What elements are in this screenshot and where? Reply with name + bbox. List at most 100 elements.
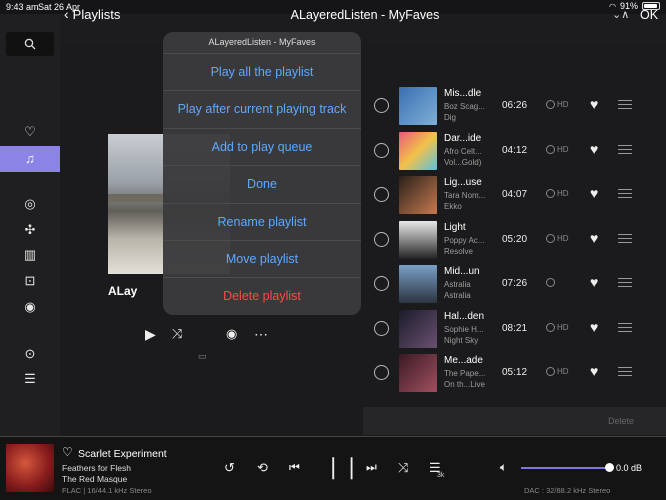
shuffle-icon[interactable]: ⤨: [398, 460, 408, 476]
drag-handle-icon[interactable]: [618, 322, 632, 335]
track-title: Light: [444, 221, 466, 233]
select-radio[interactable]: [374, 142, 389, 158]
back-label: Playlists: [72, 6, 121, 22]
playlist-name: ALay: [108, 284, 138, 298]
track-row[interactable]: Dar...ide Afro Celt... Vol...Gold) 04:12…: [363, 129, 666, 173]
menu-item-delete[interactable]: Delete playlist: [163, 277, 361, 314]
source-icon: [546, 367, 555, 376]
select-radio[interactable]: [374, 320, 389, 336]
track-duration: 04:07: [502, 189, 528, 200]
track-artist: Poppy Ac...: [444, 235, 485, 245]
track-title: Hal...den: [444, 310, 485, 322]
shuffle-icon[interactable]: ⤨: [172, 326, 182, 342]
track-album: On th...Live: [444, 380, 485, 389]
repeat-icon[interactable]: ⟲: [257, 460, 268, 476]
track-artist: Tara Nom...: [444, 191, 486, 200]
heart-icon[interactable]: ♥: [590, 185, 598, 201]
volume-slider-handle[interactable]: [605, 463, 614, 472]
now-playing-art[interactable]: [6, 444, 54, 492]
quality-badge: HD: [546, 367, 569, 376]
track-duration: 06:26: [502, 100, 528, 111]
heart-icon[interactable]: ♥: [590, 274, 598, 290]
drag-handle-icon[interactable]: [618, 144, 632, 157]
track-duration: 05:12: [502, 367, 528, 378]
menu-item-play-all[interactable]: Play all the playlist: [163, 53, 361, 90]
menu-item-rename[interactable]: Rename playlist: [163, 202, 361, 240]
heart-icon[interactable]: ♥: [590, 141, 598, 157]
heart-icon[interactable]: ♥: [590, 319, 598, 335]
track-title: Mid...un: [444, 266, 480, 277]
track-duration: 07:26: [502, 278, 528, 289]
track-art: [399, 176, 437, 214]
track-artist: Afro Celt...: [444, 146, 482, 156]
now-playing-artist: The Red Masque: [62, 474, 128, 484]
track-row[interactable]: Mid...un Astralia Astralia 07:26 ♥: [363, 262, 666, 306]
drag-handle-icon[interactable]: [618, 278, 632, 290]
ok-button[interactable]: OK: [640, 8, 658, 22]
drag-handle-icon[interactable]: [618, 233, 632, 246]
dac-info: DAC : 32/88.2 kHz Stereo: [524, 486, 611, 495]
track-row[interactable]: Me...ade The Pape... On th...Live 05:12 …: [363, 351, 666, 395]
track-title: Mis...dle: [444, 88, 482, 99]
heart-icon[interactable]: ♥: [590, 363, 598, 379]
select-radio[interactable]: [374, 187, 389, 202]
source-icon: [546, 100, 555, 109]
sort-toggle-icon[interactable]: ⌄∧: [612, 8, 629, 21]
track-artist: The Pape...: [444, 369, 486, 378]
library-icon[interactable]: ▥: [10, 244, 50, 266]
menu-item-move[interactable]: Move playlist: [163, 239, 361, 277]
track-art: [399, 354, 437, 392]
previous-icon[interactable]: ⏮: [289, 460, 300, 475]
source-icon: [546, 278, 555, 287]
menu-item-done[interactable]: Done: [163, 165, 361, 202]
heart-icon[interactable]: ♥: [590, 230, 598, 246]
drag-handle-icon[interactable]: [618, 367, 632, 379]
back-button[interactable]: ‹ Playlists: [64, 6, 120, 22]
track-duration: 04:12: [502, 144, 528, 156]
search-button[interactable]: [6, 32, 54, 56]
eye-icon[interactable]: ◉: [226, 326, 237, 342]
more-icon[interactable]: ⋯: [254, 326, 268, 343]
heart-icon[interactable]: ♡: [10, 121, 50, 143]
delete-button[interactable]: Delete: [363, 407, 666, 435]
drag-handle-icon[interactable]: [618, 100, 632, 112]
track-art: [399, 131, 437, 170]
track-title: Dar...ide: [444, 132, 482, 144]
track-row[interactable]: Hal...den Sophie H... Night Sky 08:21 HD…: [363, 307, 666, 351]
source-icon: [546, 144, 555, 154]
podcast-icon[interactable]: ◉: [10, 296, 50, 318]
track-row[interactable]: Lig...use Tara Nom... Ekko 04:07 HD ♥: [363, 173, 666, 217]
track-row[interactable]: Light Poppy Ac... Resolve 05:20 HD ♥: [363, 218, 666, 262]
select-radio[interactable]: [374, 365, 389, 380]
select-radio[interactable]: [374, 231, 389, 247]
pause-icon[interactable]: ❘❘: [324, 454, 361, 480]
menu-item-play-after-current[interactable]: Play after current playing track: [163, 90, 361, 127]
sidebar-item-playlists[interactable]: ♫: [0, 146, 60, 172]
page-title: ALayeredListen - MyFaves: [290, 8, 440, 22]
tidal-icon[interactable]: ✣: [10, 219, 50, 241]
view-icon[interactable]: ⊙: [10, 343, 50, 365]
now-playing-album: Feathers for Flesh: [62, 463, 131, 473]
volume-slider[interactable]: [521, 467, 609, 469]
volume-icon[interactable]: 🔈︎: [500, 460, 507, 475]
menu-item-add-to-queue[interactable]: Add to play queue: [163, 127, 361, 165]
qobuz-icon[interactable]: ◎: [10, 193, 50, 215]
source-icon: [546, 233, 555, 243]
play-icon[interactable]: ▶: [145, 326, 156, 343]
next-icon[interactable]: ⏭: [366, 460, 377, 475]
heart-icon[interactable]: ♡: [62, 445, 73, 459]
select-radio[interactable]: [374, 276, 389, 291]
track-album: Vol...Gold): [444, 157, 482, 167]
drag-handle-icon[interactable]: [618, 189, 632, 201]
radio-icon[interactable]: ⊡: [10, 270, 50, 292]
track-row[interactable]: Mis...dle Boz Scag... Dig 06:26 HD ♥: [363, 84, 666, 128]
settings-sliders-icon[interactable]: ☰: [10, 368, 50, 390]
track-title: Me...ade: [444, 355, 483, 366]
heart-icon[interactable]: ♥: [590, 96, 598, 112]
replay-icon[interactable]: ↺: [224, 460, 235, 476]
quality-badge: HD: [546, 233, 569, 243]
track-artist: Sophie H...: [444, 324, 484, 334]
select-radio[interactable]: [374, 98, 389, 113]
playlist-action-menu: ALayeredListen - MyFaves Play all the pl…: [163, 32, 361, 315]
track-title: Lig...use: [444, 177, 482, 188]
